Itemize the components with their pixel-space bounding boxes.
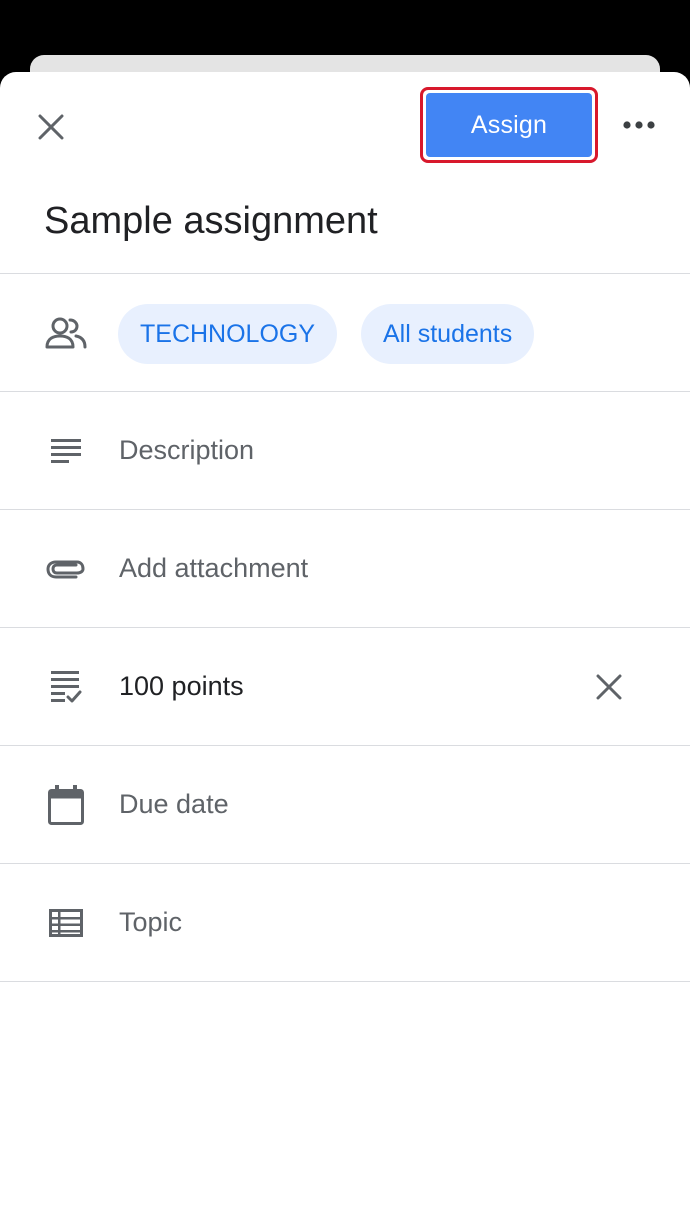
top-bar: Assign bbox=[0, 72, 690, 180]
close-icon bbox=[596, 674, 622, 699]
due-date-row[interactable]: Due date bbox=[0, 746, 690, 864]
clear-points-button[interactable] bbox=[586, 664, 632, 710]
close-icon bbox=[38, 114, 64, 140]
points-row[interactable]: 100 points bbox=[0, 628, 690, 746]
students-chip[interactable]: All students bbox=[361, 304, 535, 364]
points-value[interactable]: 100 points bbox=[119, 671, 244, 702]
more-horizontal-icon bbox=[623, 121, 655, 129]
topic-row[interactable]: Topic bbox=[0, 864, 690, 982]
grading-icon bbox=[44, 665, 88, 709]
calendar-icon bbox=[44, 783, 88, 827]
class-chip[interactable]: TECHNOLOGY bbox=[118, 304, 338, 364]
people-icon bbox=[44, 311, 88, 355]
paperclip-icon bbox=[44, 547, 88, 591]
assignment-title[interactable]: Sample assignment bbox=[0, 168, 690, 274]
description-field[interactable]: Description bbox=[119, 435, 254, 466]
topic-list-icon bbox=[44, 901, 88, 945]
attachment-row[interactable]: Add attachment bbox=[0, 510, 690, 628]
due-date-field[interactable]: Due date bbox=[119, 789, 229, 820]
notes-icon bbox=[44, 429, 88, 473]
close-button[interactable] bbox=[28, 104, 74, 150]
recipients-row: TECHNOLOGY All students bbox=[0, 274, 690, 392]
add-attachment-link[interactable]: Add attachment bbox=[119, 553, 308, 584]
assignment-sheet: Assign Sample assignment TECHNOLOGY All … bbox=[0, 72, 690, 1227]
assign-button[interactable]: Assign bbox=[426, 93, 592, 157]
description-row[interactable]: Description bbox=[0, 392, 690, 510]
topic-field[interactable]: Topic bbox=[119, 907, 182, 938]
assign-button-highlight: Assign bbox=[420, 87, 598, 163]
more-options-button[interactable] bbox=[616, 102, 662, 148]
